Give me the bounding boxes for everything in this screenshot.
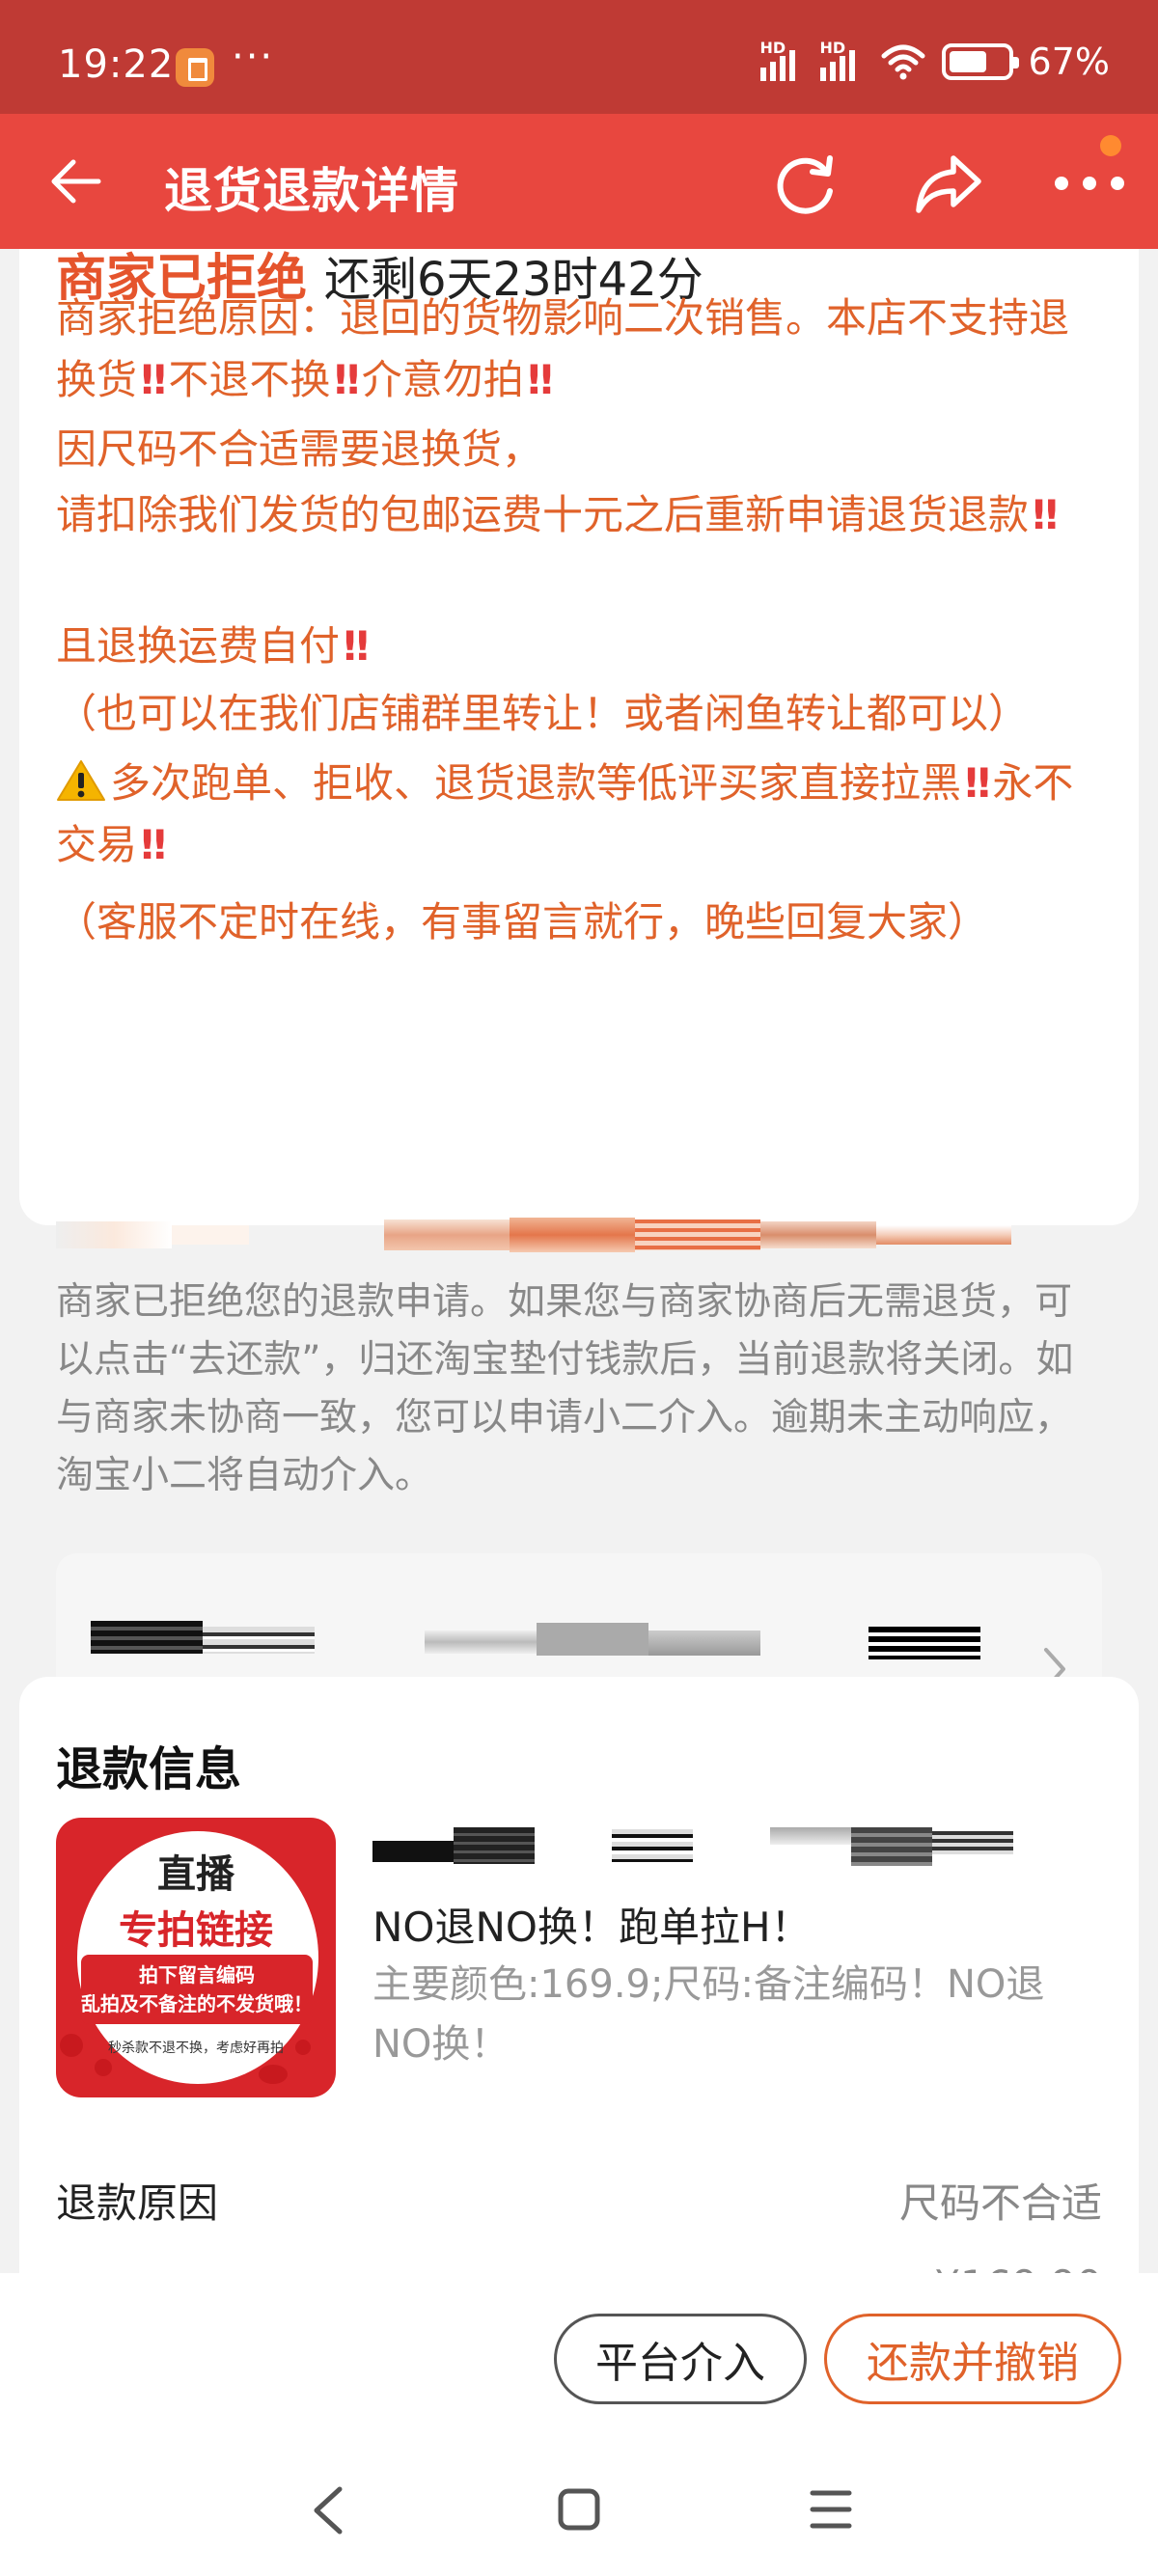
share-icon[interactable] [915,151,982,216]
merchant-note-transfer: （也可以在我们店铺群里转让！或者闲鱼转让都可以） [56,690,1030,737]
product-spec: 主要颜色:169.9;尺码:备注编码！NO退NO换！ [372,1962,1045,2067]
refund-reason-value: 尺码不合适 [898,2179,1102,2227]
battery-icon [941,43,1019,80]
product-title: NO退NO换！跑单拉H！ [372,1904,812,1951]
refund-amount-label: 退款金额 [56,2261,218,2273]
merchant-reason: 商家拒绝原因：退回的货物影响二次销售。本店不支持退换货‼ 不退不换‼ 介意勿拍‼ [56,294,1070,403]
signal-icon-2: HD [819,39,865,81]
section-title: 退款信息 [56,1742,242,1796]
refresh-icon[interactable] [774,151,840,216]
redacted-shop-name [372,1822,1029,1870]
status-indicators: HD HD 67% [759,39,1110,83]
refund-info-card: 退款信息 直播 专拍链接 拍下留言编码 乱拍及不备注的不发货哦！ 秒杀款不退不换… [19,1677,1139,2273]
refund-amount-value: ¥169.90 [934,2261,1102,2273]
refund-status-card: 商家已拒绝 还剩6天23时42分 商家拒绝原因：退回的货物影响二次销售。本店不支持… [19,249,1139,1787]
back-icon[interactable] [48,152,106,210]
merchant-note-service: （客服不定时在线，有事留言就行，晚些回复大家） [56,898,989,945]
notification-dot [1100,135,1121,156]
wifi-icon [881,44,925,80]
merchant-note-size: 因尺码不合适需要退换货， [56,425,543,473]
status-bar: 19:22 ··· HD HD 67% [0,0,1158,114]
app-bar: 退货退款详情 [0,114,1158,249]
more-icon[interactable] [1052,166,1127,201]
system-navigation [0,2445,1158,2576]
content-scroll[interactable]: 商家已拒绝 还剩6天23时42分 商家拒绝原因：退回的货物影响二次销售。本店不支持… [0,249,1158,2273]
action-bar: 平台介入 还款并撤销 [0,2273,1158,2445]
merchant-note-blacklist: 多次跑单、拒收、退货退款等低评买家直接拉黑‼ 永不交易‼ [56,759,1074,868]
merchant-note-fee: 且退换运费自付‼ [56,622,369,670]
platform-notice: 商家已拒绝您的退款申请。如果您与商家协商后无需退货，可以点击“去还款”，归还淘宝… [56,1280,1074,1497]
signal-icon: HD [759,39,805,81]
refund-reason-label: 退款原因 [56,2179,219,2227]
nav-menu-icon[interactable] [809,2487,853,2532]
product-thumbnail[interactable]: 直播 专拍链接 拍下留言编码 乱拍及不备注的不发货哦！ 秒杀款不退不换，考虑好再… [56,1818,336,2097]
more-notifications-indicator: ··· [232,35,275,79]
status-time: 19:22 [58,42,175,87]
nav-back-icon[interactable] [309,2483,347,2537]
platform-intervention-button[interactable]: 平台介入 [554,2314,807,2404]
taobao-notification-icon [176,48,214,87]
page-title: 退货退款详情 [164,163,459,219]
repay-and-cancel-button[interactable]: 还款并撤销 [824,2314,1121,2404]
merchant-note-shipping: 请扣除我们发货的包邮运费十元之后重新申请退货退款‼ [56,491,1058,538]
redacted-text [56,1216,1050,1254]
nav-home-icon[interactable] [557,2487,601,2532]
warning-icon [57,760,105,801]
battery-text: 67% [1028,41,1110,83]
